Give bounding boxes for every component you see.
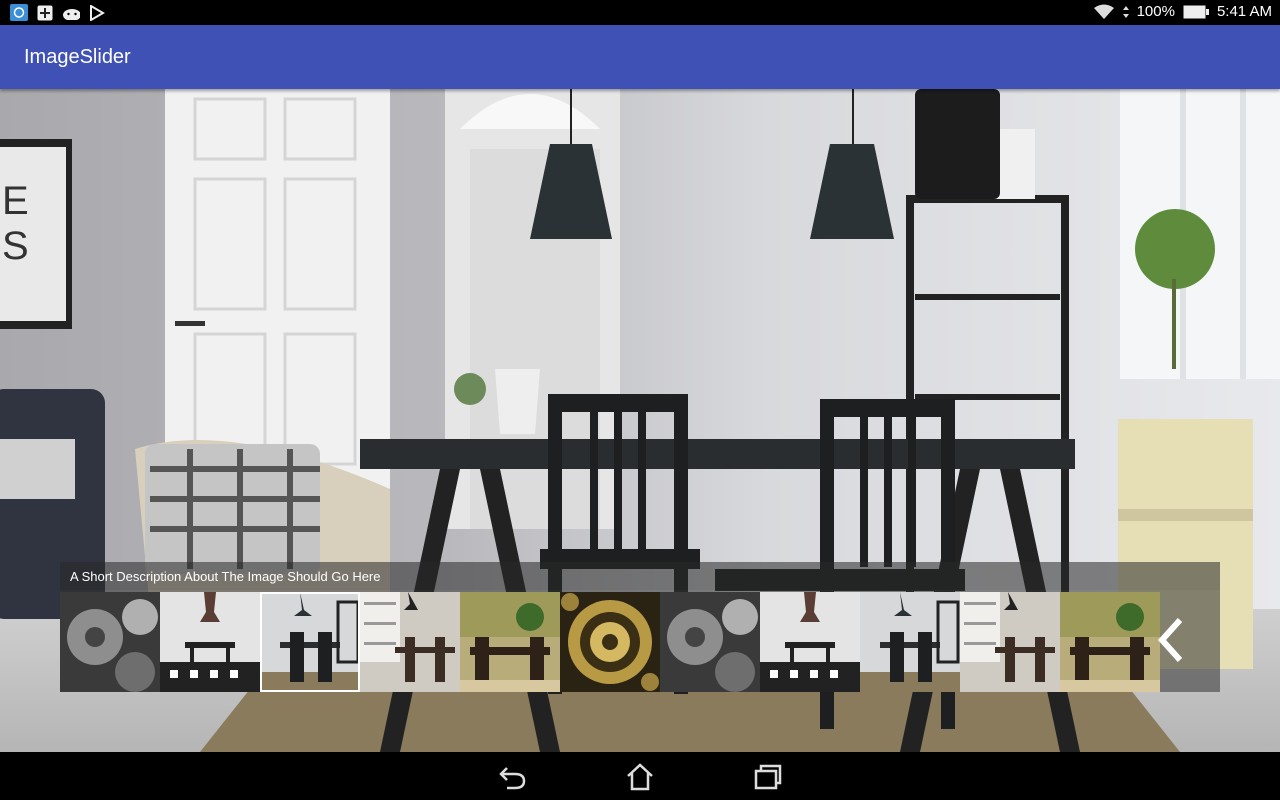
thumbnail[interactable] <box>960 592 1060 692</box>
app-bar: ImageSlider <box>0 25 1280 89</box>
thumbnail[interactable] <box>860 592 960 692</box>
thumbnail[interactable] <box>360 592 460 692</box>
thumbnail[interactable] <box>560 592 660 692</box>
thumbnail[interactable] <box>760 592 860 692</box>
slide-caption: A Short Description About The Image Shou… <box>60 562 1220 590</box>
wifi-icon <box>1093 4 1114 19</box>
add-box-icon <box>36 4 54 21</box>
screen: 100% 5:41 AM ImageSlider E S A Short Des… <box>0 0 1280 800</box>
svg-text:E: E <box>2 179 29 223</box>
thumbnail-selected[interactable] <box>260 592 360 692</box>
thumbnail[interactable] <box>460 592 560 692</box>
play-store-icon <box>88 4 106 21</box>
battery-icon <box>1183 5 1209 18</box>
app-title: ImageSlider <box>24 46 131 68</box>
back-icon[interactable] <box>492 760 532 794</box>
thumbnail[interactable] <box>660 592 760 692</box>
android-icon <box>62 4 80 21</box>
svg-text:S: S <box>2 224 29 268</box>
thumbnail[interactable] <box>160 592 260 692</box>
thumbnail[interactable] <box>1060 592 1160 692</box>
navigation-bar <box>0 752 1280 800</box>
signal-arrows-icon <box>1122 5 1129 18</box>
thumbnail-strip[interactable] <box>60 590 1220 692</box>
recents-icon[interactable] <box>748 760 788 794</box>
home-icon[interactable] <box>620 760 660 794</box>
app-notification-icon <box>10 4 28 21</box>
chevron-left-icon[interactable] <box>1150 610 1190 670</box>
thumbnail[interactable] <box>60 592 160 692</box>
image-slider[interactable]: E S A Short Description About The Image … <box>0 89 1280 752</box>
status-bar: 100% 5:41 AM <box>0 0 1280 25</box>
battery-percent: 100% <box>1136 3 1175 20</box>
clock: 5:41 AM <box>1216 3 1272 20</box>
